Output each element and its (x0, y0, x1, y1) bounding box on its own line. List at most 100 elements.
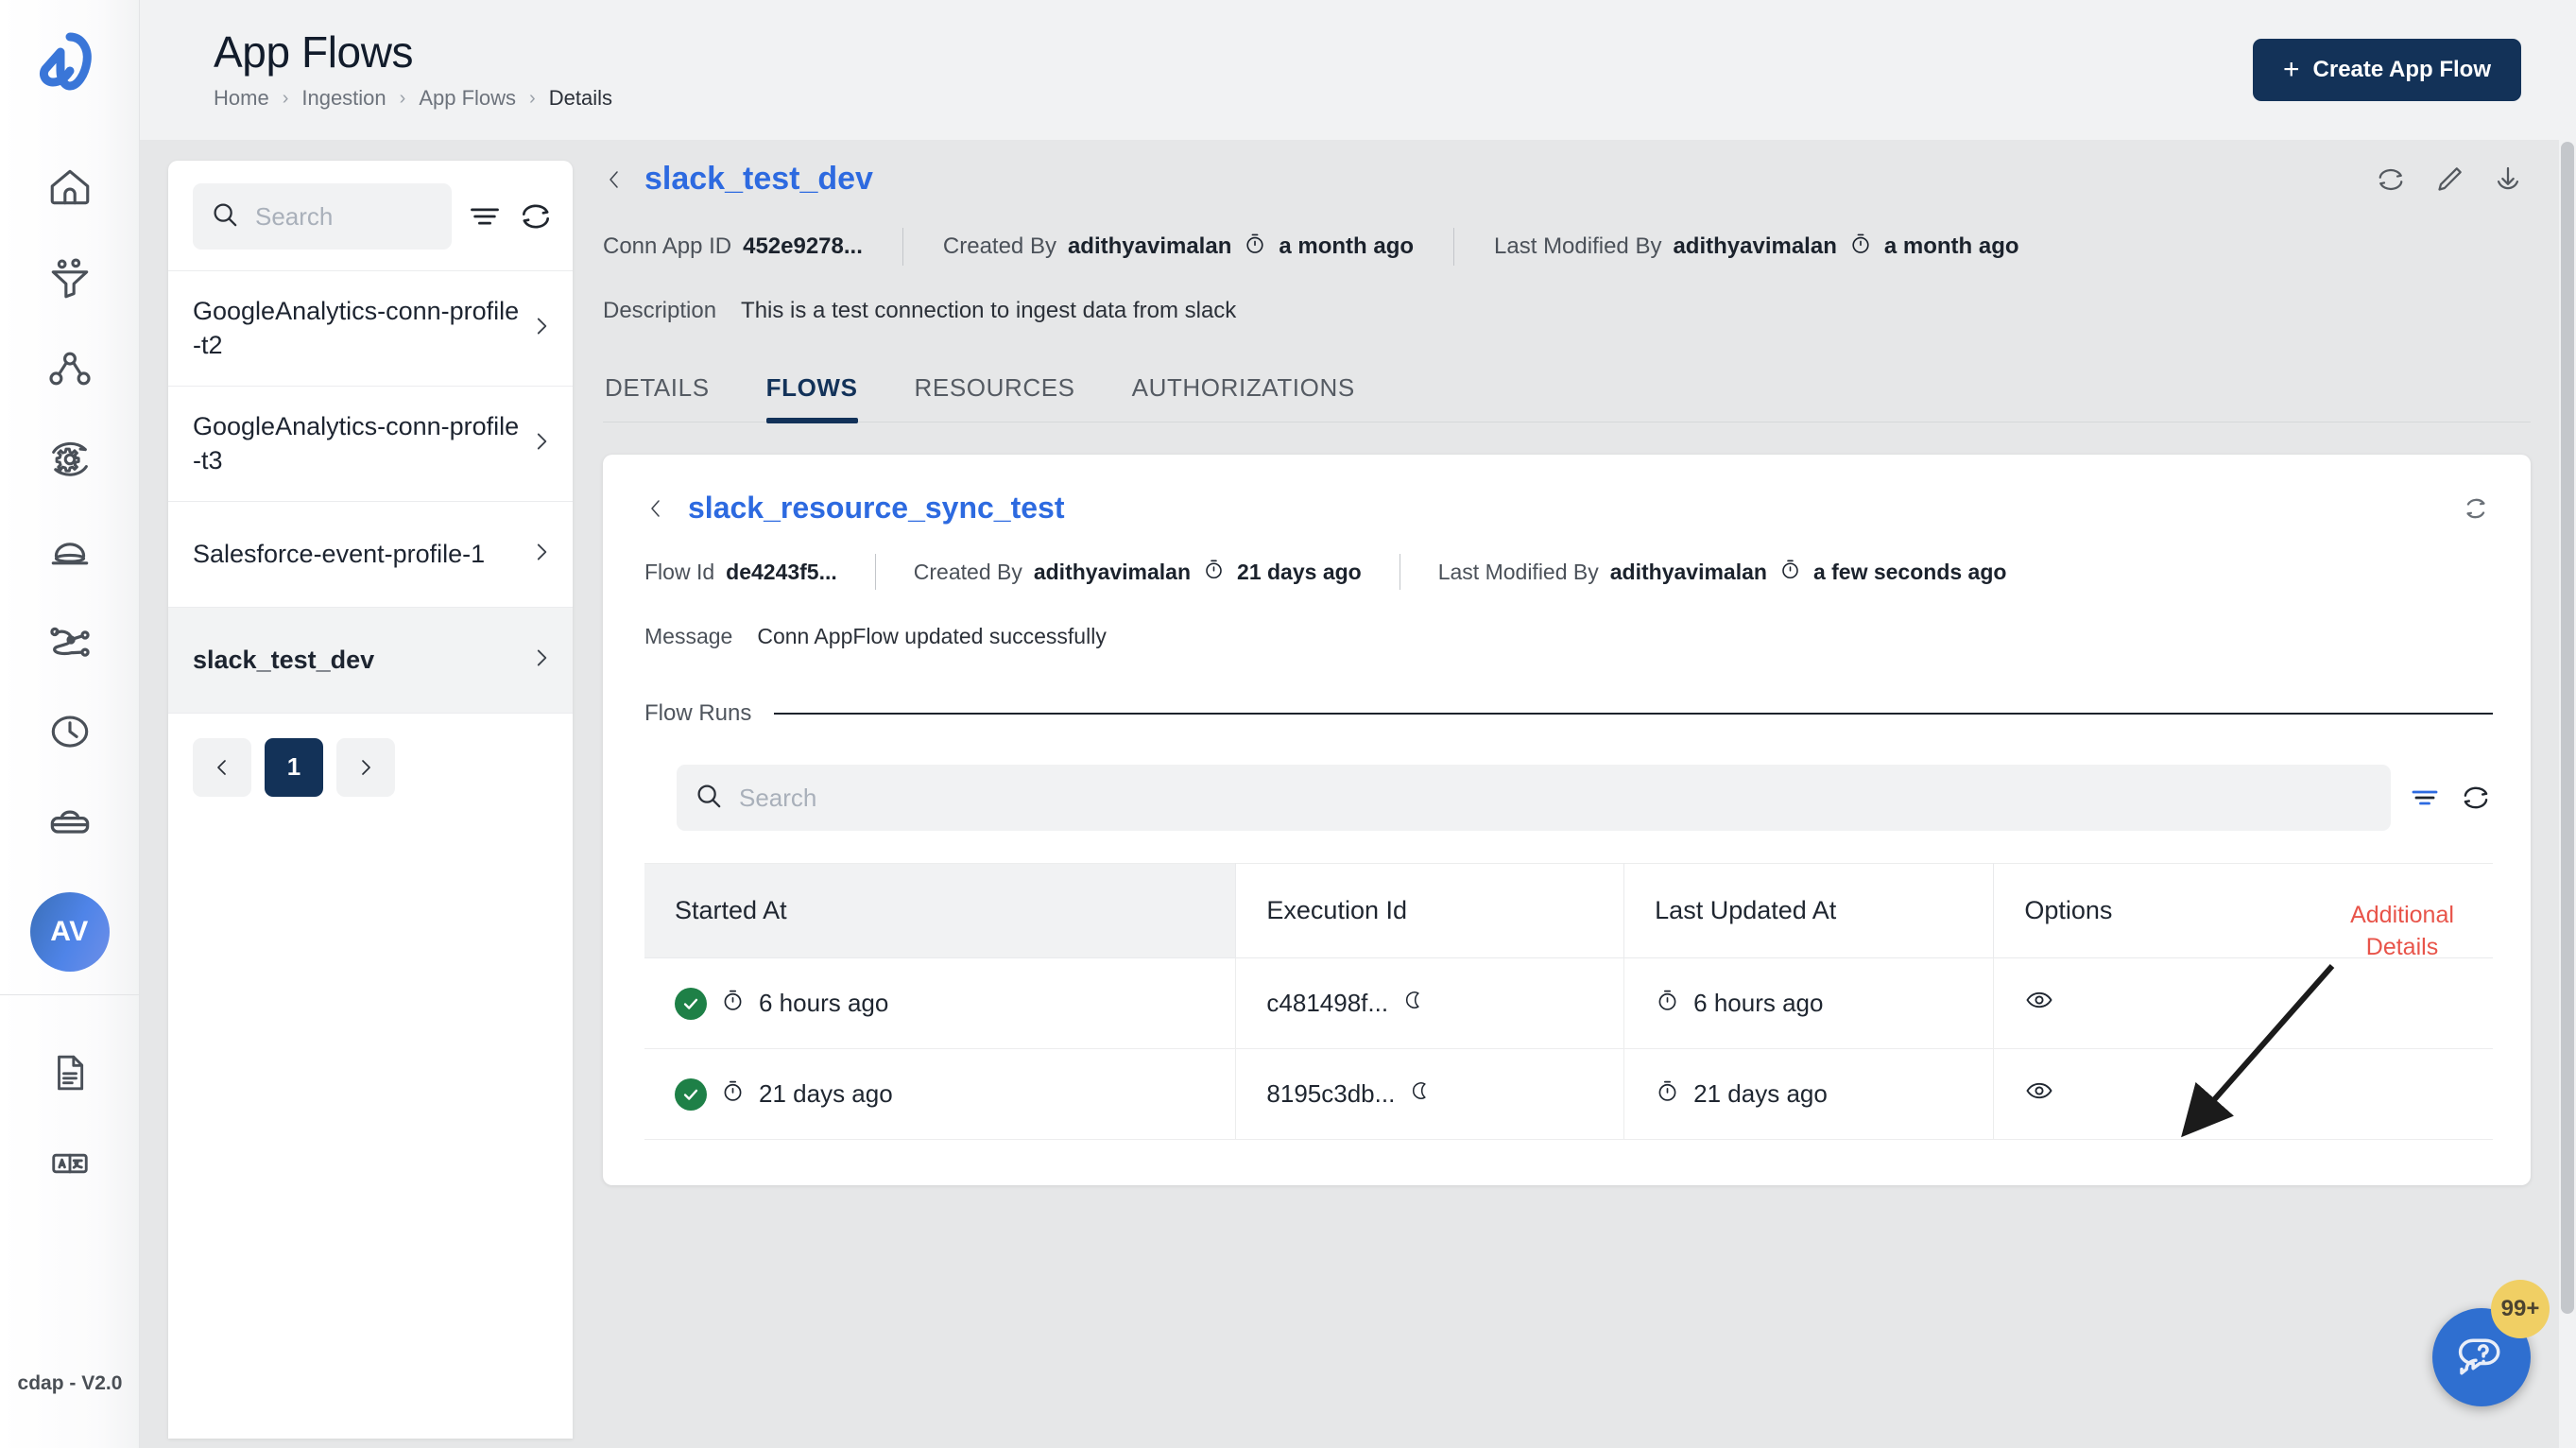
sidebar-item-home[interactable] (25, 142, 115, 233)
flow-created-by-user: adithyavimalan (1033, 559, 1192, 584)
stopwatch-icon (1655, 1078, 1680, 1111)
conn-app-id-label: Conn App ID (603, 233, 732, 259)
breadcrumb-ingestion[interactable]: Ingestion (301, 86, 386, 111)
tab-flows[interactable]: FLOWS (765, 373, 858, 423)
sidebar-item-pipelines[interactable] (25, 323, 115, 414)
dome-icon (46, 526, 94, 574)
list-item-label: Salesforce-event-profile-1 (193, 540, 486, 569)
execution-id-value: c481498f... (1266, 989, 1389, 1017)
pagination-prev-button[interactable] (193, 737, 251, 797)
avatar[interactable]: AV (29, 892, 110, 972)
breadcrumb: Home › Ingestion › App Flows › Details (214, 86, 612, 111)
column-header-started-at[interactable]: Started At (644, 863, 1237, 958)
created-by-label: Created By (942, 233, 1056, 259)
gear-refresh-icon (45, 435, 94, 484)
last-updated-at-value: 21 days ago (1693, 1079, 1828, 1108)
created-by-group: Created By adithyavimalan a month ago (943, 232, 1414, 263)
meta-divider (874, 554, 876, 590)
flow-runs-divider (774, 713, 2493, 715)
detail-tabs: DETAILS FLOWS RESOURCES AUTHORIZATIONS (603, 373, 2531, 423)
tab-details[interactable]: DETAILS (605, 373, 710, 422)
filter-icon[interactable] (2408, 781, 2442, 815)
list-item[interactable]: GoogleAnalytics-conn-profile-t2 (168, 271, 573, 387)
detail-meta-row: Conn App ID 452e9278... Created By adith… (603, 228, 2531, 266)
breadcrumb-separator-icon: › (399, 87, 406, 109)
cdap-logo[interactable] (29, 21, 111, 102)
column-header-options[interactable]: Options (1993, 863, 2493, 958)
breadcrumb-separator-icon: › (282, 87, 289, 109)
body-area: GoogleAnalytics-conn-profile-t2 GoogleAn… (140, 140, 2576, 1448)
cell-execution-id: 8195c3db... (1235, 1048, 1625, 1140)
back-chevron-icon[interactable] (603, 164, 626, 195)
back-chevron-icon[interactable] (644, 493, 667, 524)
list-item-selected[interactable]: slack_test_dev (168, 607, 573, 714)
flow-created-by-group: Created By adithyavimalan 21 days ago (914, 558, 1362, 587)
cell-options (1993, 957, 2493, 1049)
tab-authorizations[interactable]: AUTHORIZATIONS (1132, 373, 1355, 422)
refresh-icon[interactable] (2459, 491, 2493, 526)
column-header-execution-id[interactable]: Execution Id (1235, 863, 1625, 958)
sidebar-item-docs[interactable] (25, 1027, 115, 1118)
avatar-container[interactable]: AV (29, 875, 110, 989)
copy-icon[interactable] (1408, 1078, 1433, 1110)
sidebar-item-processing[interactable] (25, 414, 115, 505)
app-root: AV cdap - V2.0 App Flows Home › Ingestio… (0, 0, 2576, 1448)
eye-icon[interactable] (2024, 1082, 2054, 1112)
cell-last-updated-at: 6 hours ago (1623, 957, 1995, 1049)
cell-options (1993, 1048, 2493, 1140)
runs-search-input[interactable] (739, 783, 2374, 813)
table-row[interactable]: 6 hours ago c481498f... 6 hours ago (644, 957, 2493, 1049)
pagination-next-button[interactable] (336, 737, 395, 797)
list-item-label: GoogleAnalytics-conn-profile-t2 (193, 297, 520, 360)
sidebar-item-workspace[interactable] (25, 777, 115, 868)
breadcrumb-home[interactable]: Home (214, 86, 269, 111)
app-flow-list-panel: GoogleAnalytics-conn-profile-t2 GoogleAn… (168, 161, 573, 1439)
search-box[interactable] (193, 183, 452, 250)
list-item[interactable]: GoogleAnalytics-conn-profile-t3 (168, 387, 573, 502)
flow-last-modified-label: Last Modified By (1437, 559, 1599, 584)
meta-divider (1453, 228, 1455, 266)
sidebar-item-schedules[interactable] (25, 686, 115, 777)
tab-resources[interactable]: RESOURCES (915, 373, 1075, 422)
list-item[interactable]: Salesforce-event-profile-1 (168, 502, 573, 608)
sidebar-item-language[interactable] (25, 1118, 115, 1209)
last-modified-time: a month ago (1883, 233, 2019, 259)
create-app-flow-button[interactable]: + Create App Flow (2253, 39, 2521, 101)
copy-icon[interactable] (1401, 988, 1426, 1019)
column-header-last-updated-at[interactable]: Last Updated At (1623, 863, 1995, 958)
last-modified-group: Last Modified By adithyavimalan a month … (1494, 232, 2019, 263)
flow-last-modified-time: a few seconds ago (1812, 559, 2007, 584)
top-bar-left: App Flows Home › Ingestion › App Flows ›… (168, 29, 612, 111)
refresh-icon[interactable] (518, 198, 554, 234)
left-nav-rail: AV cdap - V2.0 (0, 0, 140, 1448)
flow-id-label: Flow Id (644, 559, 715, 584)
refresh-icon[interactable] (2459, 781, 2493, 815)
breadcrumb-details: Details (548, 86, 612, 111)
filter-icon[interactable] (467, 198, 503, 234)
page-scrollbar-thumb[interactable] (2561, 142, 2574, 1314)
runs-search-box[interactable] (677, 765, 2391, 831)
sidebar-item-connections[interactable] (25, 595, 115, 686)
breadcrumb-app-flows[interactable]: App Flows (419, 86, 516, 111)
document-icon (48, 1051, 92, 1095)
refresh-icon[interactable] (2374, 163, 2408, 197)
sidebar-item-ingestion[interactable] (25, 233, 115, 323)
pagination-page-1[interactable]: 1 (265, 737, 323, 797)
conn-app-id-value: 452e9278... (743, 233, 863, 259)
sidebar-item-insights[interactable] (25, 505, 115, 595)
chevron-right-icon (529, 427, 554, 460)
status-badge-success (675, 1077, 707, 1111)
table-header-row: Started At Execution Id Last Updated At … (644, 863, 2493, 958)
search-icon (694, 781, 724, 816)
help-unread-badge[interactable]: 99+ (2491, 1280, 2550, 1338)
cell-started-at: 21 days ago (644, 1048, 1237, 1140)
edit-pencil-icon[interactable] (2432, 163, 2466, 197)
detail-title[interactable]: slack_test_dev (644, 161, 873, 198)
rail-nav-list (25, 142, 115, 868)
created-by-time: a month ago (1279, 233, 1415, 259)
download-icon[interactable] (2491, 163, 2525, 197)
table-row[interactable]: 21 days ago 8195c3db... 21 days ago (644, 1048, 2493, 1140)
flow-card-title[interactable]: slack_resource_sync_test (688, 491, 1065, 526)
eye-icon[interactable] (2024, 991, 2054, 1021)
search-input[interactable] (255, 201, 435, 232)
